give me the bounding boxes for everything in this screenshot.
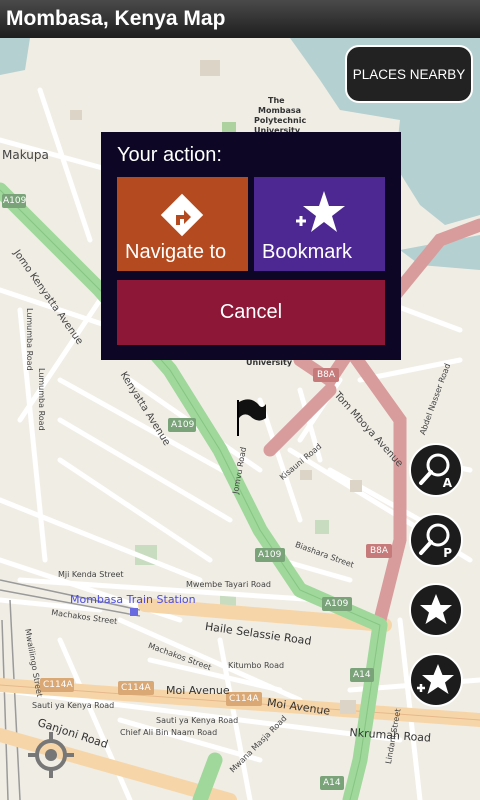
- map-label-polytechnic-1: The: [268, 96, 285, 105]
- app-title: Mombasa, Kenya Map: [0, 0, 480, 38]
- road-shield-a109-2: A109: [171, 420, 195, 430]
- map-label-makupa: Makupa: [2, 148, 49, 162]
- street-label-kitumbo: Kitumbo Road: [228, 661, 285, 670]
- star-icon: [420, 594, 452, 624]
- road-shield-c114a-2: C114A: [121, 683, 151, 693]
- bookmark-star-icon: [296, 191, 345, 232]
- road-shield-a109-3: A109: [258, 550, 282, 560]
- search-places-button[interactable]: P: [409, 513, 463, 567]
- navigate-to-button[interactable]: Navigate to: [117, 177, 248, 271]
- street-label-mwembe-tayari: Mwembe Tayari Road: [186, 580, 271, 589]
- street-label-sauti-1: Sauti ya Kenya Road: [32, 701, 115, 710]
- places-nearby-button[interactable]: PLACES NEARBY: [345, 45, 473, 103]
- map-label-polytechnic-3: Polytechnic: [254, 116, 307, 125]
- favorites-button[interactable]: [409, 583, 463, 637]
- street-label-lumumba-1: Lumumba Road: [25, 308, 34, 371]
- add-favorite-button[interactable]: [409, 653, 463, 707]
- map-label-train-station: Mombasa Train Station: [70, 593, 196, 606]
- add-star-icon: [417, 664, 454, 694]
- dialog-title: Your action:: [117, 144, 222, 166]
- navigate-to-label: Navigate to: [125, 241, 227, 263]
- cancel-button[interactable]: Cancel: [117, 280, 385, 345]
- road-shield-c114a-3: C114A: [229, 694, 259, 704]
- street-label-lumumba-2: Lumumba Road: [37, 368, 46, 431]
- search-address-button[interactable]: A: [409, 443, 463, 497]
- street-label-mji-kenda: Mji Kenda Street: [58, 570, 124, 579]
- search-places-letter: P: [443, 546, 452, 560]
- road-shield-b8a-2: B8A: [370, 546, 389, 556]
- street-label-sauti-2: Sauti ya Kenya Road: [156, 716, 239, 725]
- locate-me-icon[interactable]: [26, 730, 76, 780]
- road-shield-a14-1: A14: [353, 670, 371, 680]
- street-label-moi-1: Moi Avenue: [166, 684, 230, 697]
- road-shield-c114a-1: C114A: [43, 680, 73, 690]
- road-shield-b8a-1: B8A: [317, 370, 336, 380]
- road-shield-a109-1: A109: [3, 196, 27, 206]
- map-label-polytechnic-2: Mombasa: [258, 106, 302, 115]
- road-shield-a109-4: A109: [325, 599, 349, 609]
- navigate-icon: [160, 193, 204, 237]
- bookmark-label: Bookmark: [262, 241, 353, 263]
- search-address-letter: A: [442, 476, 452, 490]
- road-shield-a14-2: A14: [323, 778, 341, 788]
- bookmark-button[interactable]: Bookmark: [254, 177, 385, 271]
- action-dialog: Your action: Navigate to Bookmark Cancel: [101, 132, 401, 360]
- street-label-chief-ali: Chief Ali Bin Naam Road: [120, 728, 218, 737]
